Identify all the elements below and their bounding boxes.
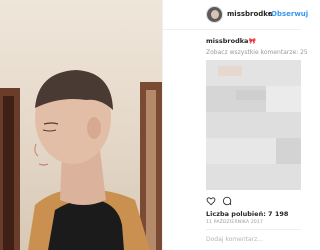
blurred-comment	[206, 164, 301, 190]
post-date: 11 PAŹDZIERNIKA 2017	[206, 220, 264, 225]
view-all-comments-link[interactable]: Zobacz wszystkie komentarze: 25	[206, 49, 308, 56]
post-header: missbrodka • Obserwuj	[163, 0, 308, 30]
comments-list-blurred	[206, 60, 301, 190]
post-photo	[0, 0, 162, 250]
avatar[interactable]	[206, 6, 223, 23]
post-caption: missbrodka🎀	[206, 37, 256, 45]
blurred-comment	[218, 66, 242, 76]
username-link[interactable]: missbrodka	[227, 10, 273, 18]
blurred-comment	[276, 138, 301, 164]
likes-count[interactable]: Liczba polubień: 7 198	[206, 210, 288, 218]
instagram-post: missbrodka • Obserwuj missbrodka🎀 Zobacz…	[0, 0, 308, 250]
comment-icon[interactable]	[222, 196, 232, 206]
caption-username[interactable]: missbrodka	[206, 37, 248, 45]
avatar-face	[211, 10, 219, 19]
post-side-panel: missbrodka • Obserwuj missbrodka🎀 Zobacz…	[162, 0, 308, 250]
blurred-comment	[266, 86, 301, 112]
blurred-comment	[206, 138, 276, 164]
photo-person	[28, 70, 150, 250]
heart-icon[interactable]	[206, 196, 216, 206]
follow-button[interactable]: Obserwuj	[271, 10, 308, 18]
add-comment-input[interactable]: Dodaj komentarz...	[206, 236, 263, 243]
blurred-comment	[236, 90, 266, 100]
add-comment-divider	[206, 229, 301, 230]
blurred-comment	[206, 112, 301, 138]
caption-emoji: 🎀	[248, 38, 256, 45]
